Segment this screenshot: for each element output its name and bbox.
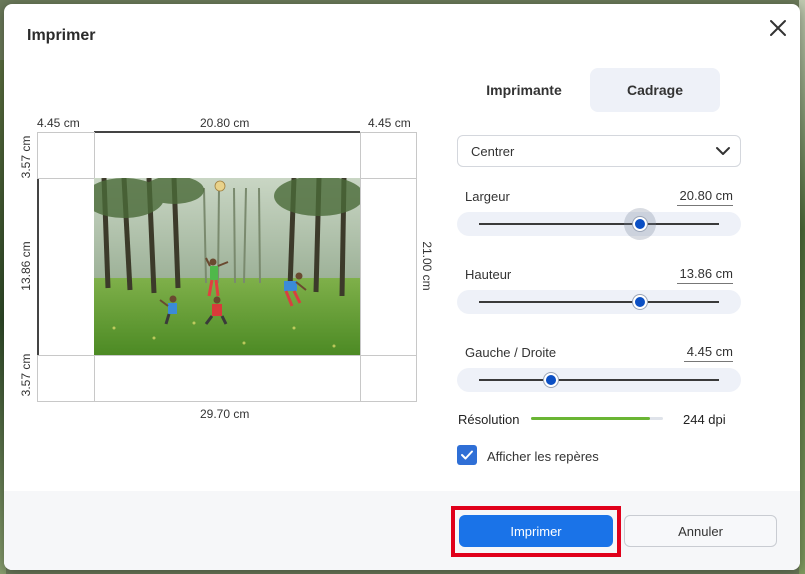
height-guide <box>37 178 39 355</box>
height-slider[interactable] <box>457 290 741 314</box>
slider-track <box>479 301 719 303</box>
paper-height-label: 21.00 cm <box>420 241 434 291</box>
chevron-down-icon <box>716 147 730 155</box>
print-preview: 4.45 cm 20.80 cm 4.45 cm 3.57 cm 13.86 c… <box>4 4 444 484</box>
left-right-value-input[interactable]: 4.45 cm <box>684 344 733 362</box>
margin-right-label: 4.45 cm <box>368 116 411 130</box>
resolution-label: Résolution <box>458 412 520 427</box>
print-button[interactable]: Imprimer <box>459 515 613 547</box>
width-slider[interactable] <box>457 208 741 240</box>
paper-width-label: 29.70 cm <box>200 407 250 421</box>
preview-photo <box>94 178 360 355</box>
resolution-meter <box>531 417 663 420</box>
tab-printer[interactable]: Imprimante <box>458 68 590 112</box>
margin-bottom-label: 3.57 cm <box>19 353 33 397</box>
margin-top-label: 3.57 cm <box>19 135 33 179</box>
height-value-input[interactable]: 13.86 cm <box>677 266 733 284</box>
width-value-input[interactable]: 20.80 cm <box>677 188 733 206</box>
show-guides-checkbox[interactable] <box>457 445 477 465</box>
paper-border <box>416 132 417 402</box>
slider-track <box>479 223 719 225</box>
close-button[interactable] <box>766 16 790 40</box>
position-select-value: Centrer <box>471 143 515 159</box>
slider-thumb[interactable] <box>544 373 558 387</box>
guide-line <box>360 132 361 402</box>
close-icon <box>770 20 786 36</box>
settings-tabs: Imprimante Cadrage <box>458 68 723 112</box>
left-right-label: Gauche / Droite <box>465 345 557 360</box>
position-select[interactable]: Centrer <box>457 135 741 167</box>
height-label: Hauteur <box>465 267 512 282</box>
margin-left-label: 4.45 cm <box>37 116 80 130</box>
guide-line <box>37 355 417 356</box>
width-label: Largeur <box>465 189 510 204</box>
slider-thumb[interactable] <box>632 217 647 231</box>
image-height-label: 13.86 cm <box>19 241 33 291</box>
cancel-button[interactable]: Annuler <box>624 515 777 547</box>
show-guides-label[interactable]: Afficher les repères <box>487 449 599 464</box>
tab-framing[interactable]: Cadrage <box>590 68 720 112</box>
slider-track <box>479 379 719 381</box>
image-width-label: 20.80 cm <box>200 116 250 130</box>
width-guide <box>94 131 360 133</box>
slider-thumb[interactable] <box>632 295 647 309</box>
left-right-slider[interactable] <box>457 368 741 392</box>
print-dialog: Imprimer 4.45 cm 20.80 cm 4.45 cm 3.57 c… <box>4 4 800 570</box>
resolution-meter-fill <box>531 417 650 420</box>
checkmark-icon <box>461 450 473 460</box>
resolution-value: 244 dpi <box>683 412 726 427</box>
